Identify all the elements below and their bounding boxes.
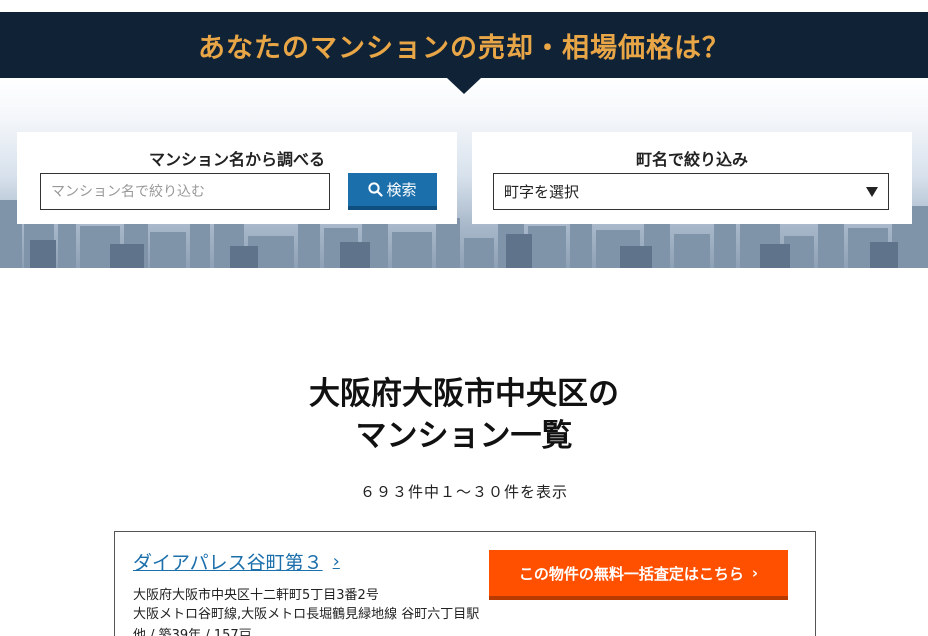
triangle-down-icon <box>866 186 878 197</box>
page-title-line2: マンション一覧 <box>355 418 573 454</box>
hero-banner: あなたのマンションの売却・相場価格は？ <box>0 12 928 78</box>
listing-access: 大阪メトロ谷町線,大阪メトロ長堀鶴見緑地線 谷町六丁目駅 他 / 築39年 / … <box>133 607 480 636</box>
page-title: 大阪府大阪市中央区の マンション一覧 <box>0 373 928 457</box>
town-select[interactable]: 町字を選択 <box>493 173 889 210</box>
search-by-name-title: マンション名から調べる <box>148 150 325 169</box>
search-icon <box>368 182 384 197</box>
search-by-name-card: マンション名から調べる 検索 <box>17 132 457 224</box>
listing-name: ダイアパレス谷町第３ <box>133 552 323 574</box>
search-button-label: 検索 <box>386 181 417 199</box>
result-count: ６９３件中１～３０件を表示 <box>359 483 568 501</box>
chevron-right-icon: › <box>332 551 340 572</box>
free-appraisal-button[interactable]: この物件の無料一括査定はこちら › <box>489 550 788 600</box>
listing-address: 大阪府大阪市中央区十二軒町5丁目3番2号 <box>133 588 379 603</box>
banner-pointer <box>447 78 481 94</box>
town-select-value: 町字を選択 <box>504 183 580 201</box>
listing-name-link[interactable]: ダイアパレス谷町第３ › <box>133 548 340 575</box>
top-strip <box>0 0 928 12</box>
chevron-right-icon: › <box>751 564 759 582</box>
filter-by-town-title: 町名で絞り込み <box>635 150 748 169</box>
search-button[interactable]: 検索 <box>348 173 437 210</box>
page-title-line1: 大阪府大阪市中央区の <box>309 376 619 412</box>
banner-title: あなたのマンションの売却・相場価格は？ <box>198 32 730 64</box>
listing-card: ダイアパレス谷町第３ › 大阪府大阪市中央区十二軒町5丁目3番2号 大阪メトロ谷… <box>114 531 816 636</box>
filter-by-town-card: 町名で絞り込み 町字を選択 <box>472 132 912 224</box>
free-appraisal-button-label: この物件の無料一括査定はこちら <box>518 564 744 583</box>
mansion-name-search-input[interactable] <box>40 173 330 210</box>
